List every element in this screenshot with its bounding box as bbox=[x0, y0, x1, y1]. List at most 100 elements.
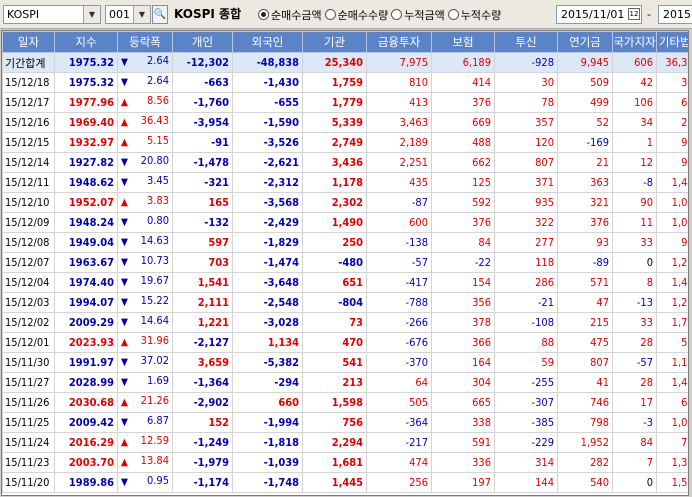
mode-radio-1[interactable]: 순매수수량 bbox=[324, 7, 388, 23]
value-cell: 7 bbox=[612, 452, 657, 473]
change-cell: ▲ 31.96 bbox=[117, 332, 173, 353]
search-button[interactable]: 🔍 bbox=[152, 5, 168, 24]
column-header[interactable]: 금융투자 bbox=[366, 31, 432, 53]
chevron-down-icon[interactable]: ▼ bbox=[133, 6, 150, 23]
summary-row[interactable]: 기간합계 1975.32 ▼ 2.64 -12,302 -48,838 25,340 7,97… bbox=[2, 52, 688, 73]
value-cell: -132 bbox=[172, 212, 233, 233]
value-cell: 665 bbox=[431, 392, 495, 413]
change-value: 3.45 bbox=[146, 173, 169, 187]
date-cell: 15/12/14 bbox=[2, 152, 55, 173]
table-row[interactable]: 15/11/23 2003.70 ▲ 13.84 -1,979 -1,039 1,681 47… bbox=[2, 452, 688, 473]
value-cell: 903 bbox=[656, 132, 688, 153]
value-cell: 277 bbox=[494, 232, 558, 253]
code-select[interactable]: 001 ▼ bbox=[105, 5, 151, 24]
value-cell: 33 bbox=[612, 232, 657, 253]
chevron-down-icon[interactable]: ▼ bbox=[83, 6, 100, 23]
triangle-down-icon: ▼ bbox=[121, 316, 128, 328]
value-cell: -2,621 bbox=[232, 152, 303, 173]
value-cell: -3,568 bbox=[232, 192, 303, 213]
table-row[interactable]: 15/11/24 2016.29 ▲ 12.59 -1,249 -1,818 2,294 -2… bbox=[2, 432, 688, 453]
value-cell: 282 bbox=[557, 452, 613, 473]
column-header[interactable]: 개인 bbox=[172, 31, 233, 53]
value-cell: -229 bbox=[494, 432, 558, 453]
change-cell: ▲ 21.26 bbox=[117, 392, 173, 413]
value-cell: -385 bbox=[494, 412, 558, 433]
value-cell: -676 bbox=[366, 332, 432, 353]
radio-indicator[interactable] bbox=[324, 9, 336, 20]
table-row[interactable]: 15/12/11 1948.62 ▼ 3.45 -321 -2,312 1,178 435 12… bbox=[2, 172, 688, 193]
mode-radio-2[interactable]: 누적금액 bbox=[391, 7, 445, 23]
table-row[interactable]: 15/11/25 2009.42 ▼ 6.87 152 -1,994 756 -364 338-… bbox=[2, 412, 688, 433]
value-cell: -1,760 bbox=[172, 92, 233, 113]
table-row[interactable]: 15/12/01 2023.93 ▲ 31.96 -2,127 1,134 470 -676 3… bbox=[2, 332, 688, 353]
table-row[interactable]: 15/11/27 2028.99 ▼ 1.69 -1,364 -294 213 64 304 -2… bbox=[2, 372, 688, 393]
mode-radio-0[interactable]: 순매수금액 bbox=[258, 7, 322, 23]
index-cell: 1969.40 bbox=[54, 112, 118, 133]
value-cell: -1,474 bbox=[232, 252, 303, 273]
value-cell: 2,749 bbox=[302, 132, 367, 153]
market-select[interactable]: KOSPI ▼ bbox=[3, 5, 101, 24]
index-cell: 1989.86 bbox=[54, 472, 118, 493]
radio-indicator[interactable] bbox=[447, 9, 459, 20]
radio-indicator[interactable] bbox=[258, 9, 269, 20]
date-cell: 기간합계 bbox=[2, 52, 55, 73]
column-header[interactable]: 등락폭 bbox=[117, 31, 173, 53]
value-cell: 324 bbox=[656, 72, 688, 93]
column-header[interactable]: 기관 bbox=[302, 31, 367, 53]
value-cell: 509 bbox=[557, 72, 613, 93]
table-row[interactable]: 15/12/16 1969.40 ▲ 36.43 -3,954 -1,590 5,339 3,… bbox=[2, 112, 688, 133]
mode-radio-3[interactable]: 누적수량 bbox=[447, 7, 501, 23]
value-cell: 606 bbox=[612, 52, 657, 73]
table-row[interactable]: 15/12/14 1927.82 ▼ 20.80 -1,478 -2,621 3,436 2,… bbox=[2, 152, 688, 173]
table-row[interactable]: 15/12/04 1974.40 ▼ 19.67 1,541 -3,648 651 -417 1… bbox=[2, 272, 688, 293]
table-row[interactable]: 15/12/07 1963.67 ▼ 10.73 703 -1,474 -480 -57 -22… bbox=[2, 252, 688, 273]
value-cell: 488 bbox=[431, 132, 495, 153]
value-cell: -1,478 bbox=[172, 152, 233, 173]
value-cell: 785 bbox=[656, 432, 688, 453]
change-cell: ▼ 37.02 bbox=[117, 352, 173, 373]
value-cell: -21 bbox=[494, 292, 558, 313]
radio-indicator[interactable] bbox=[391, 9, 403, 20]
table-row[interactable]: 15/12/08 1949.04 ▼ 14.63 597 -1,829 250 -138 84 2… bbox=[2, 232, 688, 253]
date-cell: 15/11/20 bbox=[2, 472, 55, 493]
table-row[interactable]: 15/12/09 1948.24 ▼ 0.80 -132 -2,429 1,490 600 37… bbox=[2, 212, 688, 233]
change-value: 21.26 bbox=[140, 393, 169, 407]
table-row[interactable]: 15/12/15 1932.97 ▲ 5.15 -91 -3,526 2,749 2,189 4… bbox=[2, 132, 688, 153]
table-row[interactable]: 15/12/17 1977.96 ▲ 8.56 -1,760 -655 1,779 413 37… bbox=[2, 92, 688, 113]
change-cell: ▼ 10.73 bbox=[117, 252, 173, 273]
value-cell: 154 bbox=[431, 272, 495, 293]
value-cell: 660 bbox=[232, 392, 303, 413]
date-to-input[interactable]: 2015 bbox=[658, 5, 692, 24]
table-row[interactable]: 15/12/10 1952.07 ▲ 3.83 165 -3,568 2,302 -87 592… bbox=[2, 192, 688, 213]
change-cell: ▲ 3.83 bbox=[117, 192, 173, 213]
column-header[interactable]: 투신 bbox=[494, 31, 558, 53]
index-cell: 2028.99 bbox=[54, 372, 118, 393]
column-header[interactable]: 보험 bbox=[431, 31, 495, 53]
index-cell: 2030.68 bbox=[54, 392, 118, 413]
column-header[interactable]: 지수 bbox=[54, 31, 118, 53]
triangle-down-icon: ▼ bbox=[121, 276, 128, 288]
table-row[interactable]: 15/12/18 1975.32 ▼ 2.64 -663 -1,430 1,759 810 41… bbox=[2, 72, 688, 93]
change-value: 12.59 bbox=[140, 433, 169, 447]
table-row[interactable]: 15/11/30 1991.97 ▼ 37.02 3,659 -5,382 541 -370 1… bbox=[2, 352, 688, 373]
column-header[interactable]: 국가지자 bbox=[612, 31, 657, 53]
header-row: 일자지수등락폭개인외국인기관금융투자보험투신연기금국가지자기타법인 bbox=[2, 31, 688, 53]
column-header[interactable]: 연기금 bbox=[557, 31, 613, 53]
value-cell: 703 bbox=[172, 252, 233, 273]
table-row[interactable]: 15/12/02 2009.29 ▼ 14.64 1,221 -3,028 73 -266 37… bbox=[2, 312, 688, 333]
table-row[interactable]: 15/11/26 2030.68 ▲ 21.26 -2,902 660 1,598 505 66… bbox=[2, 392, 688, 413]
change-cell: ▼ 3.45 bbox=[117, 172, 173, 193]
change-value: 0.80 bbox=[146, 213, 169, 227]
value-cell: 1 bbox=[612, 132, 657, 153]
date-from-input[interactable]: 2015/11/01 12 bbox=[556, 5, 642, 24]
value-cell: 600 bbox=[366, 212, 432, 233]
triangle-up-icon: ▲ bbox=[121, 136, 128, 148]
column-header[interactable]: 외국인 bbox=[232, 31, 303, 53]
table-row[interactable]: 15/11/20 1989.86 ▼ 0.95 -1,174 -1,748 1,445 256… bbox=[2, 472, 688, 493]
value-cell: 8 bbox=[612, 272, 657, 293]
calendar-icon[interactable]: 12 bbox=[628, 8, 640, 20]
column-header[interactable]: 일자 bbox=[2, 31, 55, 53]
column-header[interactable]: 기타법인 bbox=[656, 31, 688, 53]
table-row[interactable]: 15/12/03 1994.07 ▼ 15.22 2,111 -2,548 -804 -788… bbox=[2, 292, 688, 313]
index-cell: 1952.07 bbox=[54, 192, 118, 213]
